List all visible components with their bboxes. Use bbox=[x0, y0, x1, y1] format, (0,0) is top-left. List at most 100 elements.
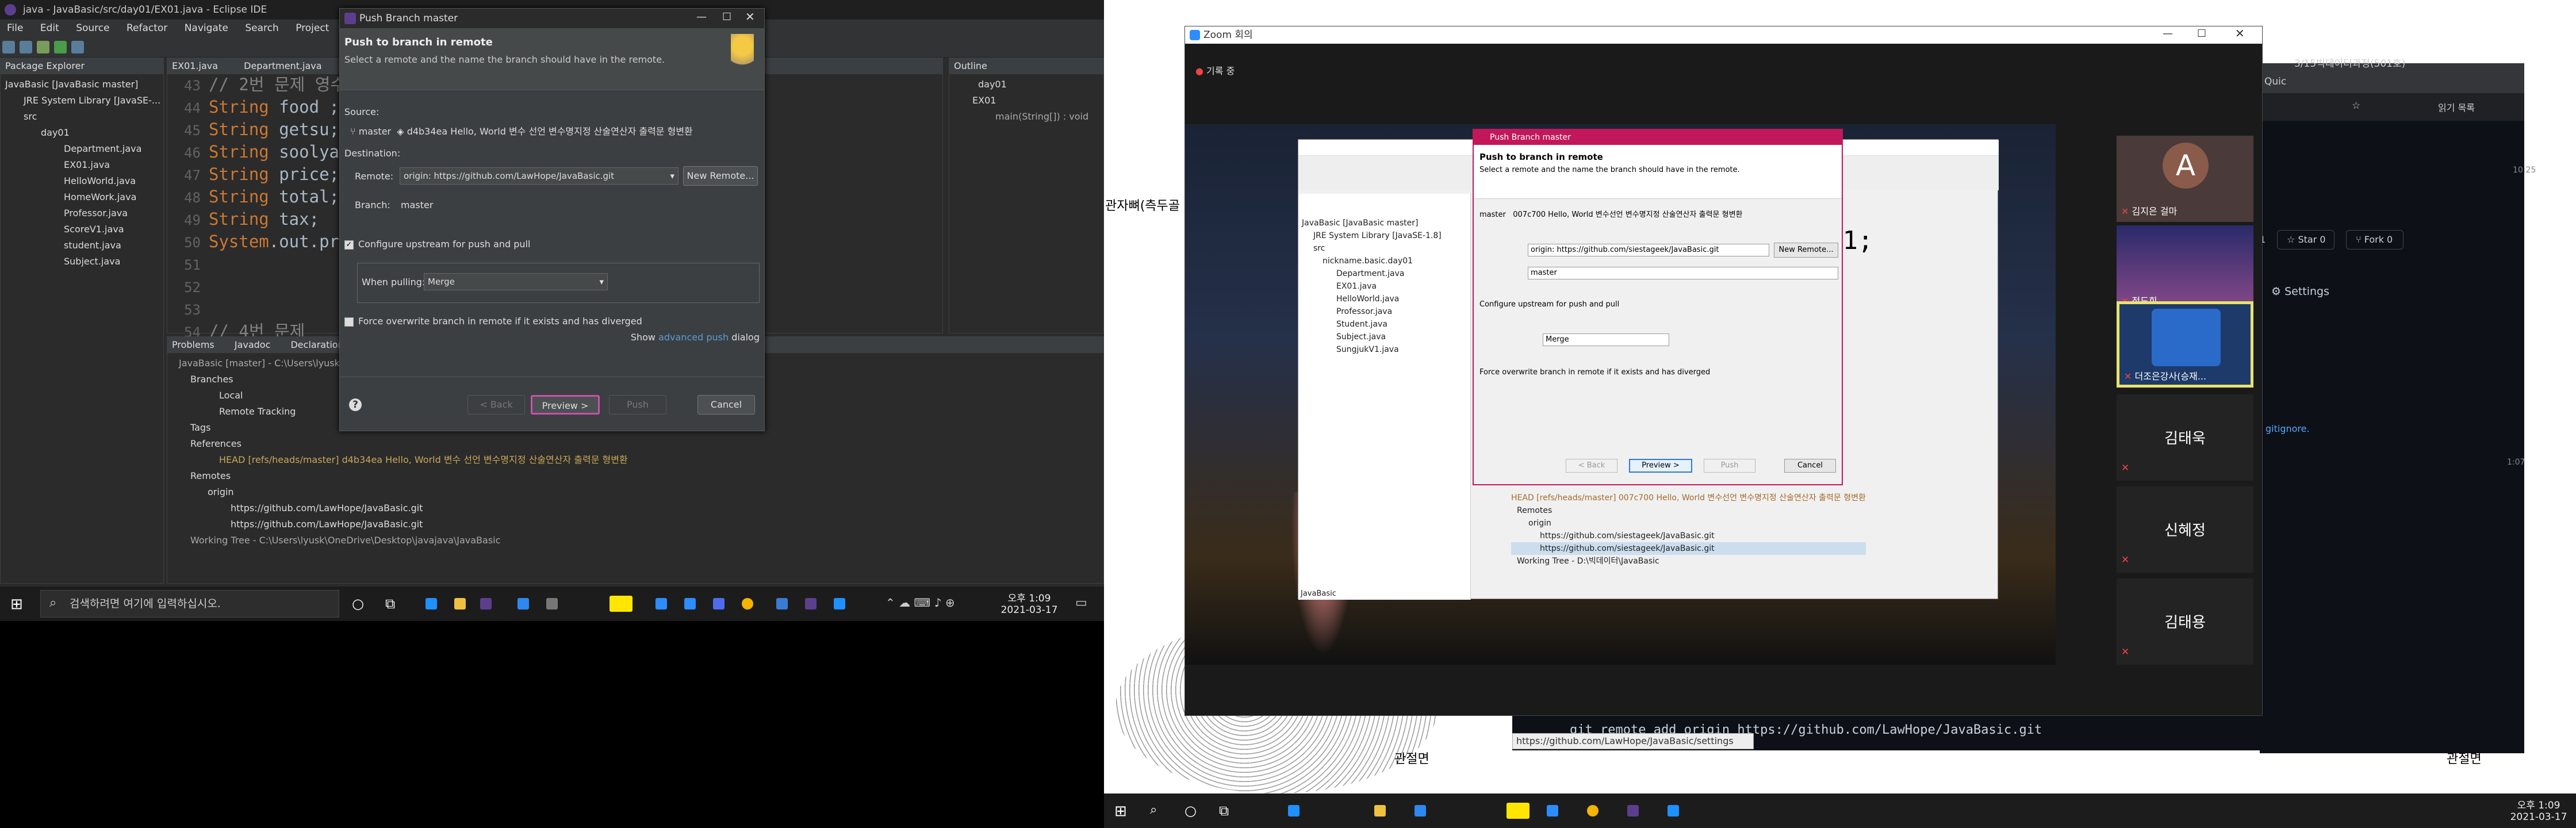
app-icon[interactable] bbox=[546, 598, 558, 610]
tree-file[interactable]: student.java bbox=[1, 237, 163, 254]
git-head[interactable]: HEAD [refs/heads/master] d4b34ea Hello, … bbox=[167, 452, 1103, 468]
tree-file[interactable]: EX01.java bbox=[1, 157, 163, 173]
close-icon[interactable]: ✕ bbox=[745, 10, 755, 24]
kakaotalk-icon[interactable] bbox=[1506, 803, 1529, 819]
eclipse-taskbar-icon[interactable] bbox=[1627, 805, 1639, 816]
edge-icon[interactable] bbox=[1667, 805, 1679, 816]
outline-tab[interactable]: Outline bbox=[949, 58, 1103, 74]
tree-file[interactable]: Department.java bbox=[1, 141, 163, 157]
pull-mode-select[interactable]: Merge ▾ bbox=[424, 273, 608, 290]
star-icon[interactable]: ☆ bbox=[2352, 100, 2360, 112]
tray-icons[interactable]: ⌃ ☁ ⌨ ♪ ⊕ bbox=[885, 596, 955, 610]
folder-icon[interactable] bbox=[1374, 805, 1386, 816]
app-icon[interactable] bbox=[518, 598, 529, 610]
participant-tile[interactable]: ✕ 정도희 bbox=[2117, 225, 2253, 312]
advanced-push-link[interactable]: advanced push bbox=[658, 332, 729, 343]
new-remote-button[interactable]: New Remote... bbox=[683, 166, 758, 186]
tree-jre[interactable]: JRE System Library [JavaSE-... bbox=[1, 93, 163, 109]
save-icon[interactable] bbox=[20, 41, 32, 53]
menu-refactor[interactable]: Refactor bbox=[126, 22, 167, 34]
push-button[interactable]: Push bbox=[609, 395, 666, 415]
search-icon[interactable] bbox=[71, 41, 84, 53]
menu-navigate[interactable]: Navigate bbox=[185, 22, 228, 34]
gitignore-link[interactable]: gitignore. bbox=[2266, 423, 2310, 434]
zoom-icon[interactable] bbox=[684, 598, 696, 610]
force-overwrite[interactable]: Force overwrite branch in remote if it e… bbox=[344, 316, 642, 327]
package-explorer-tab[interactable]: Package Explorer bbox=[1, 58, 163, 74]
tree-day01[interactable]: day01 bbox=[1, 125, 163, 141]
debug-icon[interactable] bbox=[37, 41, 49, 53]
chrome-icon[interactable] bbox=[742, 598, 753, 610]
participant-tile-active[interactable]: ✕ 더조은강사(승재... bbox=[2117, 301, 2253, 388]
kakaotalk-icon[interactable] bbox=[610, 596, 632, 612]
tab-javadoc[interactable]: Javadoc bbox=[235, 339, 271, 350]
menu-project[interactable]: Project bbox=[296, 22, 329, 34]
help-icon[interactable]: ? bbox=[349, 398, 362, 411]
edge-icon[interactable] bbox=[834, 598, 845, 610]
edge-icon[interactable] bbox=[1288, 805, 1300, 816]
participant-tile[interactable]: 김태용 ✕ bbox=[2117, 578, 2253, 665]
cancel-button[interactable]: Cancel bbox=[697, 395, 755, 415]
cortana-icon[interactable]: ○ bbox=[1184, 803, 1197, 819]
search-icon[interactable]: ⌕ bbox=[1150, 803, 1157, 817]
browser-tab[interactable]: Quic bbox=[2264, 76, 2286, 87]
app-icon[interactable] bbox=[1414, 805, 1426, 816]
windows-start-icon[interactable]: ⊞ bbox=[10, 596, 23, 613]
checkbox-icon[interactable] bbox=[344, 317, 354, 327]
outline-item[interactable]: EX01 bbox=[949, 93, 1103, 109]
reading-list[interactable]: 읽기 목록 bbox=[2438, 100, 2475, 114]
run-icon[interactable] bbox=[54, 41, 67, 53]
browser-tab[interactable]: 3/15빅데이터과정(501호) bbox=[2294, 55, 2405, 70]
back-button[interactable]: < Back bbox=[467, 395, 525, 415]
maximize-icon[interactable]: ☐ bbox=[722, 11, 731, 23]
notification-icon[interactable]: ▭ bbox=[1075, 596, 1087, 610]
app-icon[interactable] bbox=[713, 598, 724, 610]
participant-tile[interactable]: 김태욱 ✕ bbox=[2117, 394, 2253, 481]
tree-file[interactable]: ScoreV1.java bbox=[1, 221, 163, 237]
eclipse-taskbar-icon[interactable] bbox=[480, 598, 492, 610]
tab-department[interactable]: Department.java bbox=[244, 60, 321, 71]
git-url[interactable]: https://github.com/LawHope/JavaBasic.git bbox=[167, 500, 1103, 516]
git-origin[interactable]: origin bbox=[167, 484, 1103, 500]
zoom-icon[interactable] bbox=[1547, 805, 1558, 816]
minimize-icon[interactable]: — bbox=[696, 11, 707, 23]
fork-button[interactable]: ⑂ Fork 0 bbox=[2346, 230, 2404, 250]
menu-source[interactable]: Source bbox=[76, 22, 109, 34]
zoom-icon[interactable] bbox=[656, 598, 667, 610]
eclipse-taskbar-icon[interactable] bbox=[805, 598, 816, 610]
taskbar-search[interactable]: 검색하려면 여기에 입력하십시오. bbox=[40, 590, 339, 618]
windows-start-icon[interactable]: ⊞ bbox=[1114, 803, 1127, 820]
git-references[interactable]: References bbox=[167, 436, 1103, 452]
clock[interactable]: 오후 1:09 2021-03-17 bbox=[2507, 797, 2570, 823]
settings-tab[interactable]: ⚙ Settings bbox=[2271, 285, 2329, 298]
app-icon[interactable] bbox=[776, 598, 788, 610]
clock[interactable]: 오후 1:09 2021-03-17 bbox=[1000, 590, 1058, 616]
tree-file[interactable]: Subject.java bbox=[1, 254, 163, 270]
cortana-icon[interactable]: ○ bbox=[352, 596, 364, 612]
tree-project[interactable]: JavaBasic [JavaBasic master] bbox=[1, 76, 163, 93]
outline-item[interactable]: main(String[]) : void bbox=[949, 109, 1103, 125]
star-button[interactable]: ☆ Star 0 bbox=[2277, 230, 2334, 250]
menu-search[interactable]: Search bbox=[245, 22, 278, 34]
git-url[interactable]: https://github.com/LawHope/JavaBasic.git bbox=[167, 516, 1103, 532]
tree-src[interactable]: src bbox=[1, 109, 163, 125]
tree-file[interactable]: Professor.java bbox=[1, 205, 163, 221]
participant-tile[interactable]: 신혜정 ✕ bbox=[2117, 486, 2253, 573]
participant-tile[interactable]: A ✕ 김지은 걸마 bbox=[2117, 136, 2253, 222]
minimize-icon[interactable]: — bbox=[2163, 28, 2173, 40]
task-view-icon[interactable]: ⧉ bbox=[385, 596, 395, 612]
tab-declaration[interactable]: Declaration bbox=[290, 339, 343, 350]
maximize-icon[interactable]: ☐ bbox=[2197, 28, 2206, 40]
outline-item[interactable]: day01 bbox=[949, 76, 1103, 93]
git-remotes[interactable]: Remotes bbox=[167, 468, 1103, 484]
task-view-icon[interactable]: ⧉ bbox=[1219, 803, 1229, 819]
chrome-icon[interactable] bbox=[1587, 805, 1598, 816]
tree-file[interactable]: HomeWork.java bbox=[1, 189, 163, 205]
checkbox-checked-icon[interactable]: ✓ bbox=[344, 240, 354, 250]
folder-icon[interactable] bbox=[454, 598, 466, 610]
configure-upstream[interactable]: ✓ Configure upstream for push and pull bbox=[344, 239, 530, 250]
tab-problems[interactable]: Problems bbox=[172, 339, 214, 350]
menu-edit[interactable]: Edit bbox=[40, 22, 59, 34]
close-icon[interactable]: ✕ bbox=[2235, 26, 2245, 40]
preview-button[interactable]: Preview > bbox=[531, 395, 600, 415]
